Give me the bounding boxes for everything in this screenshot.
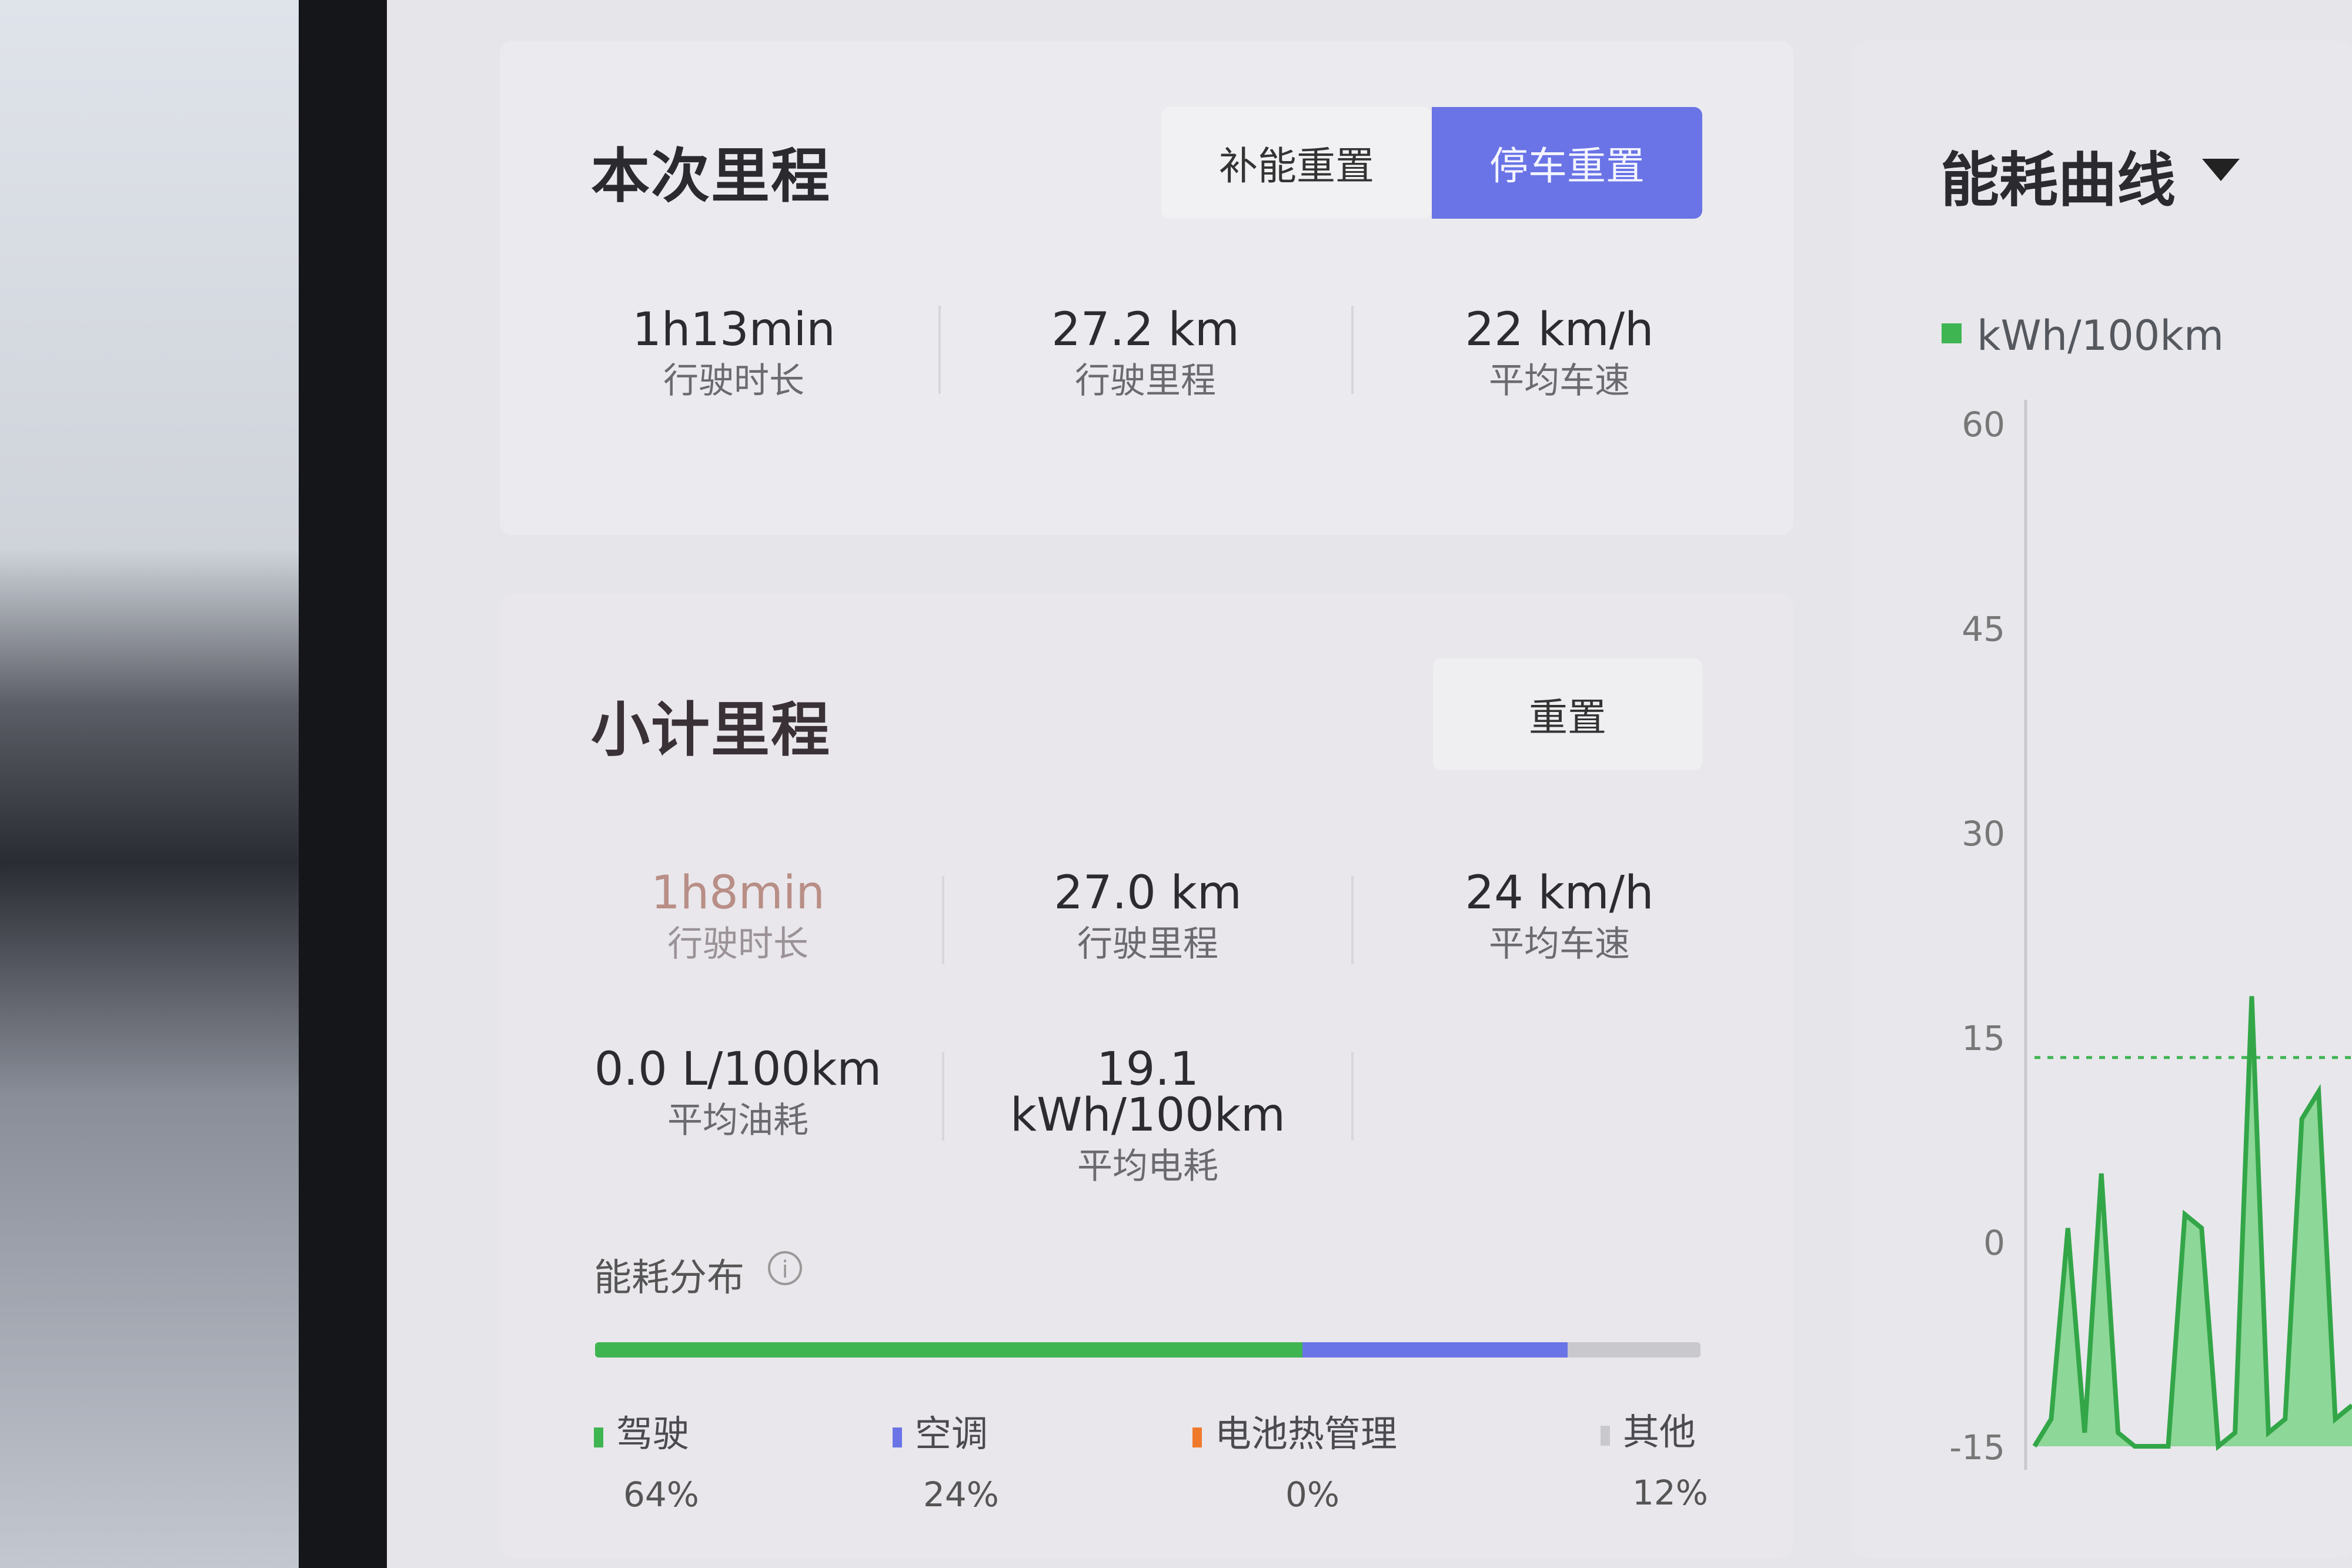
distribution-segment-driving: [595, 1342, 1303, 1358]
y-tick: -15: [1949, 1427, 2005, 1467]
percent-battery-thermal: 0%: [1285, 1475, 1340, 1514]
stat-label: 行驶里程: [1077, 924, 1218, 965]
y-tick: 30: [1962, 814, 2005, 854]
distribution-segment-other: [1568, 1342, 1700, 1358]
distribution-title: 能耗分布: [594, 1256, 744, 1300]
legend-driving: 驾驶: [594, 1404, 689, 1457]
trip-duration: 1h13min 行驶时长: [569, 307, 898, 399]
distribution-segment-ac: [1302, 1342, 1568, 1358]
divider: [1351, 876, 1354, 964]
legend-label: 电池热管理: [1215, 1412, 1398, 1455]
y-tick: 0: [1983, 1223, 2005, 1263]
legend-swatch-kwh: [1942, 323, 1962, 343]
legend-swatch: [1601, 1426, 1610, 1446]
park-reset-button[interactable]: 停车重置: [1432, 107, 1702, 219]
legend-swatch: [1192, 1427, 1202, 1447]
subtotal-distance: 27.0 km 行驶里程: [983, 870, 1312, 962]
percent-ac: 24%: [923, 1475, 999, 1514]
legend-other: 其他: [1601, 1402, 1696, 1455]
stat-label: 行驶时长: [667, 924, 808, 965]
divider: [1351, 306, 1354, 394]
stat-value: 24 km/h: [1465, 867, 1654, 920]
y-tick: 45: [1962, 609, 2005, 649]
stat-value: 1h8min: [651, 867, 825, 920]
left-background: [0, 0, 306, 1568]
percent-driving: 64%: [623, 1475, 699, 1514]
subtotal-avg-speed: 24 km/h 平均车速: [1395, 870, 1724, 962]
stat-label: 行驶时长: [663, 360, 804, 402]
subtotal-title: 小计里程: [591, 696, 831, 764]
subtotal-duration: 1h8min 行驶时长: [573, 870, 903, 962]
refuel-reset-button[interactable]: 补能重置: [1161, 107, 1432, 219]
info-icon[interactable]: i: [768, 1251, 802, 1285]
trip-avg-speed: 22 km/h 平均车速: [1395, 307, 1724, 399]
energy-curve-chart: [2024, 400, 2352, 1470]
divider: [938, 306, 941, 394]
distribution-bar: [595, 1342, 1700, 1358]
subtotal-reset-button[interactable]: 重置: [1433, 658, 1702, 770]
legend-label: 其他: [1623, 1410, 1696, 1453]
subtotal-avg-fuel: 0.0 L/100km 平均油耗: [573, 1047, 903, 1138]
screen-bezel: [299, 0, 387, 1568]
trip-title: 本次里程: [591, 142, 831, 210]
y-tick: 60: [1962, 404, 2005, 444]
percent-other: 12%: [1632, 1473, 1708, 1513]
stat-value: 22 km/h: [1465, 303, 1654, 356]
legend-label: 驾驶: [616, 1412, 690, 1455]
caret-down-icon[interactable]: [2202, 159, 2240, 181]
stat-label: 平均电耗: [1077, 1146, 1218, 1187]
legend-label-kwh: kWh/100km: [1977, 312, 2224, 360]
stat-value: 27.0 km: [1054, 867, 1242, 920]
stat-label: 平均油耗: [667, 1100, 808, 1141]
legend-swatch: [893, 1427, 902, 1447]
divider: [1351, 1052, 1354, 1141]
legend-swatch: [594, 1427, 603, 1447]
legend-ac: 空调: [893, 1404, 988, 1457]
trip-distance: 27.2 km 行驶里程: [981, 307, 1310, 399]
stat-label: 平均车速: [1489, 924, 1630, 965]
stat-label: 平均车速: [1489, 360, 1630, 402]
legend-label: 空调: [915, 1412, 988, 1455]
divider: [942, 1052, 944, 1141]
subtotal-avg-electric: 19.1 kWh/100km 平均电耗: [983, 1047, 1312, 1184]
chart-title[interactable]: 能耗曲线: [1940, 132, 2176, 218]
stat-value: 27.2 km: [1051, 303, 1240, 356]
y-tick: 15: [1962, 1018, 2005, 1058]
stat-label: 行驶里程: [1075, 360, 1216, 402]
stat-value: 19.1 kWh/100km: [1010, 1043, 1286, 1142]
divider: [942, 876, 944, 964]
legend-battery-thermal: 电池热管理: [1192, 1404, 1397, 1457]
stat-value: 0.0 L/100km: [594, 1043, 882, 1096]
stat-value: 1h13min: [632, 303, 836, 356]
